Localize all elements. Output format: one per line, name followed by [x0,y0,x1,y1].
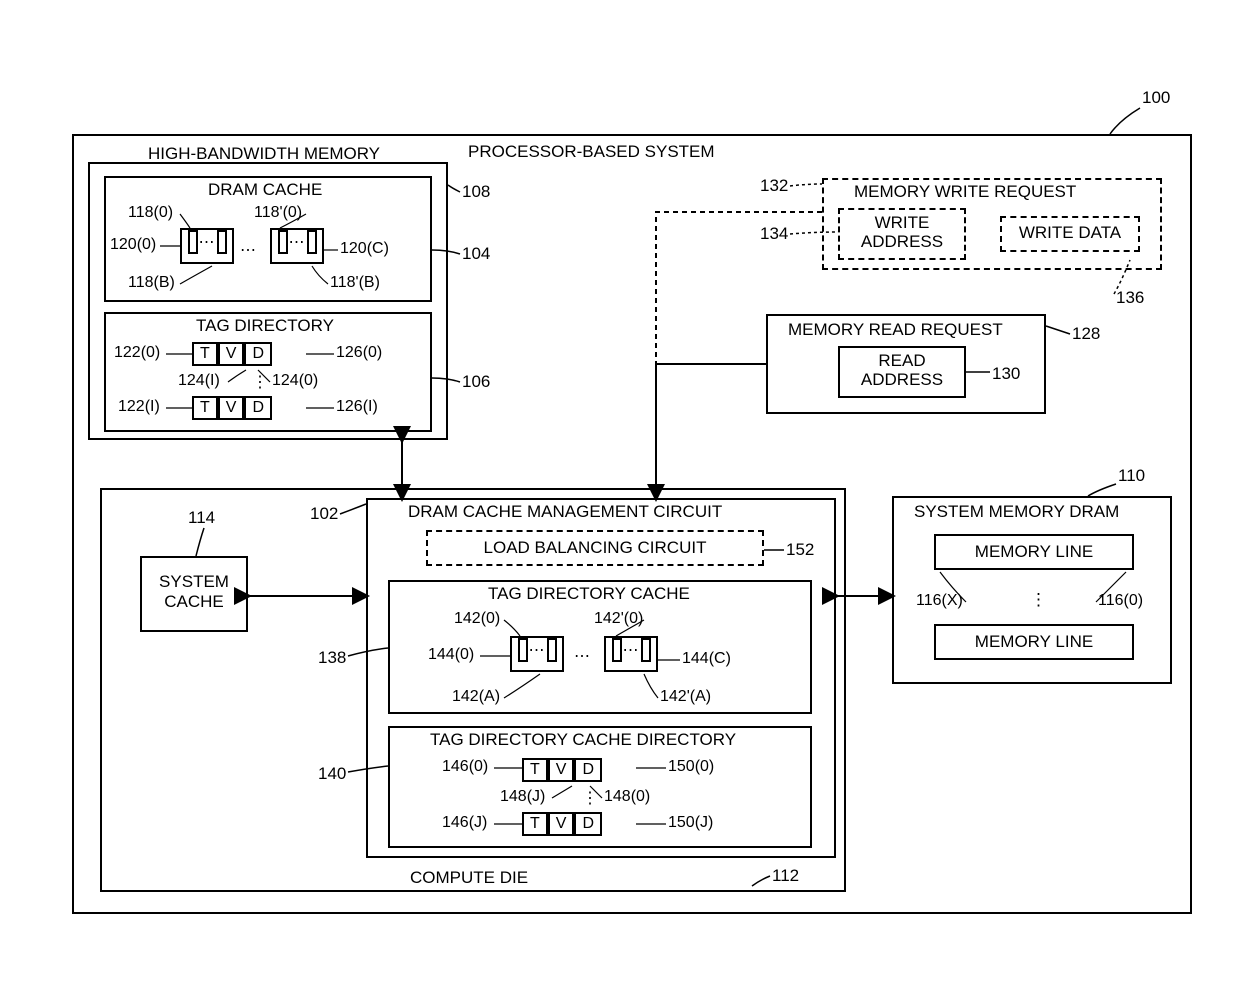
system-cache-box: SYSTEMCACHE [140,556,248,632]
dc-118-b: 118(B) [128,274,175,292]
dc-118-0: 118(0) [128,204,173,222]
sm-116-0: 116(0) [1098,592,1143,610]
ref-132: 132 [760,176,788,196]
ref-152: 152 [786,540,814,560]
tvd-row-bot: TVD [192,396,272,420]
system-title: PROCESSOR-BASED SYSTEM [468,142,715,162]
tdc-144-c: 144(C) [682,650,731,668]
ref-108: 108 [462,182,490,202]
dc-set-right: ⋯ [270,228,324,264]
tdcd-146-0: 146(0) [442,758,488,776]
ref-136: 136 [1116,288,1144,308]
tdc-title: TAG DIRECTORY CACHE [488,584,690,604]
lbc-box: LOAD BALANCING CIRCUIT [426,530,764,566]
dc-118p-b: 118'(B) [330,274,380,292]
tag-directory-title: TAG DIRECTORY [196,316,334,336]
lbc-lbl: LOAD BALANCING CIRCUIT [484,538,707,557]
ref-134: 134 [760,224,788,244]
tdc-142-a: 142(A) [452,688,500,706]
td-126-0: 126(0) [336,344,382,362]
compute-die-title: COMPUTE DIE [410,868,528,888]
ref-106: 106 [462,372,490,392]
tvd-row-top: TVD [192,342,272,366]
td-124-i: 124(I) [178,372,220,390]
ref-128: 128 [1072,324,1100,344]
dram-cache-title: DRAM CACHE [208,180,322,200]
tdc-142p-0: 142'(0) [594,610,643,628]
tdcd-148-j: 148(J) [500,788,545,806]
ref-138: 138 [318,648,346,668]
tdc-142-0: 142(0) [454,610,500,628]
ref-114: 114 [188,508,215,528]
sys-mem-title: SYSTEM MEMORY DRAM [914,502,1119,522]
wa-lbl: WRITEADDRESS [840,214,964,251]
tdcd-148-0: 148(0) [604,788,650,806]
ref-104: 104 [462,244,490,264]
sm-116-x: 116(X) [916,592,963,610]
ra-lbl: READADDRESS [840,352,964,389]
dc-set-left: ⋯ [180,228,234,264]
ref-140: 140 [318,764,346,784]
mwr-title: MEMORY WRITE REQUEST [854,182,1076,202]
hbm-title: HIGH-BANDWIDTH MEMORY [148,144,380,164]
tdcd-150-0: 150(0) [668,758,714,776]
tdcd-title: TAG DIRECTORY CACHE DIRECTORY [430,730,736,750]
dc-120-c: 120(C) [340,240,389,258]
memory-line-top: MEMORY LINE [934,534,1134,570]
tdc-set-left: ⋯ [510,636,564,672]
ref-130: 130 [992,364,1020,384]
ref-100: 100 [1142,88,1170,108]
ref-102: 102 [310,504,338,524]
ref-112: 112 [772,866,799,886]
tdc-142p-a: 142'(A) [660,688,711,706]
ref-110: 110 [1118,466,1145,486]
dcmc-title: DRAM CACHE MANAGEMENT CIRCUIT [408,502,722,522]
tdc-set-right: ⋯ [604,636,658,672]
write-data-box: WRITE DATA [1000,216,1140,252]
wd-lbl: WRITE DATA [1019,223,1121,242]
tdc-144-0: 144(0) [428,646,474,664]
td-122-0: 122(0) [114,344,160,362]
td-122-i: 122(I) [118,398,160,416]
td-126-i: 126(I) [336,398,378,416]
mrr-title: MEMORY READ REQUEST [788,320,1003,340]
dc-120-0: 120(0) [110,236,156,254]
sc-lbl: SYSTEMCACHE [142,572,246,611]
tdcd-150-j: 150(J) [668,814,713,832]
write-address-box: WRITEADDRESS [838,208,966,260]
td-124-0: 124(0) [272,372,318,390]
memory-line-bot: MEMORY LINE [934,624,1134,660]
dc-118p-0: 118'(0) [254,204,302,222]
read-address-box: READADDRESS [838,346,966,398]
tvd-row-tdcd-top: TVD [522,758,602,782]
tvd-row-tdcd-bot: TVD [522,812,602,836]
tdcd-146-j: 146(J) [442,814,487,832]
